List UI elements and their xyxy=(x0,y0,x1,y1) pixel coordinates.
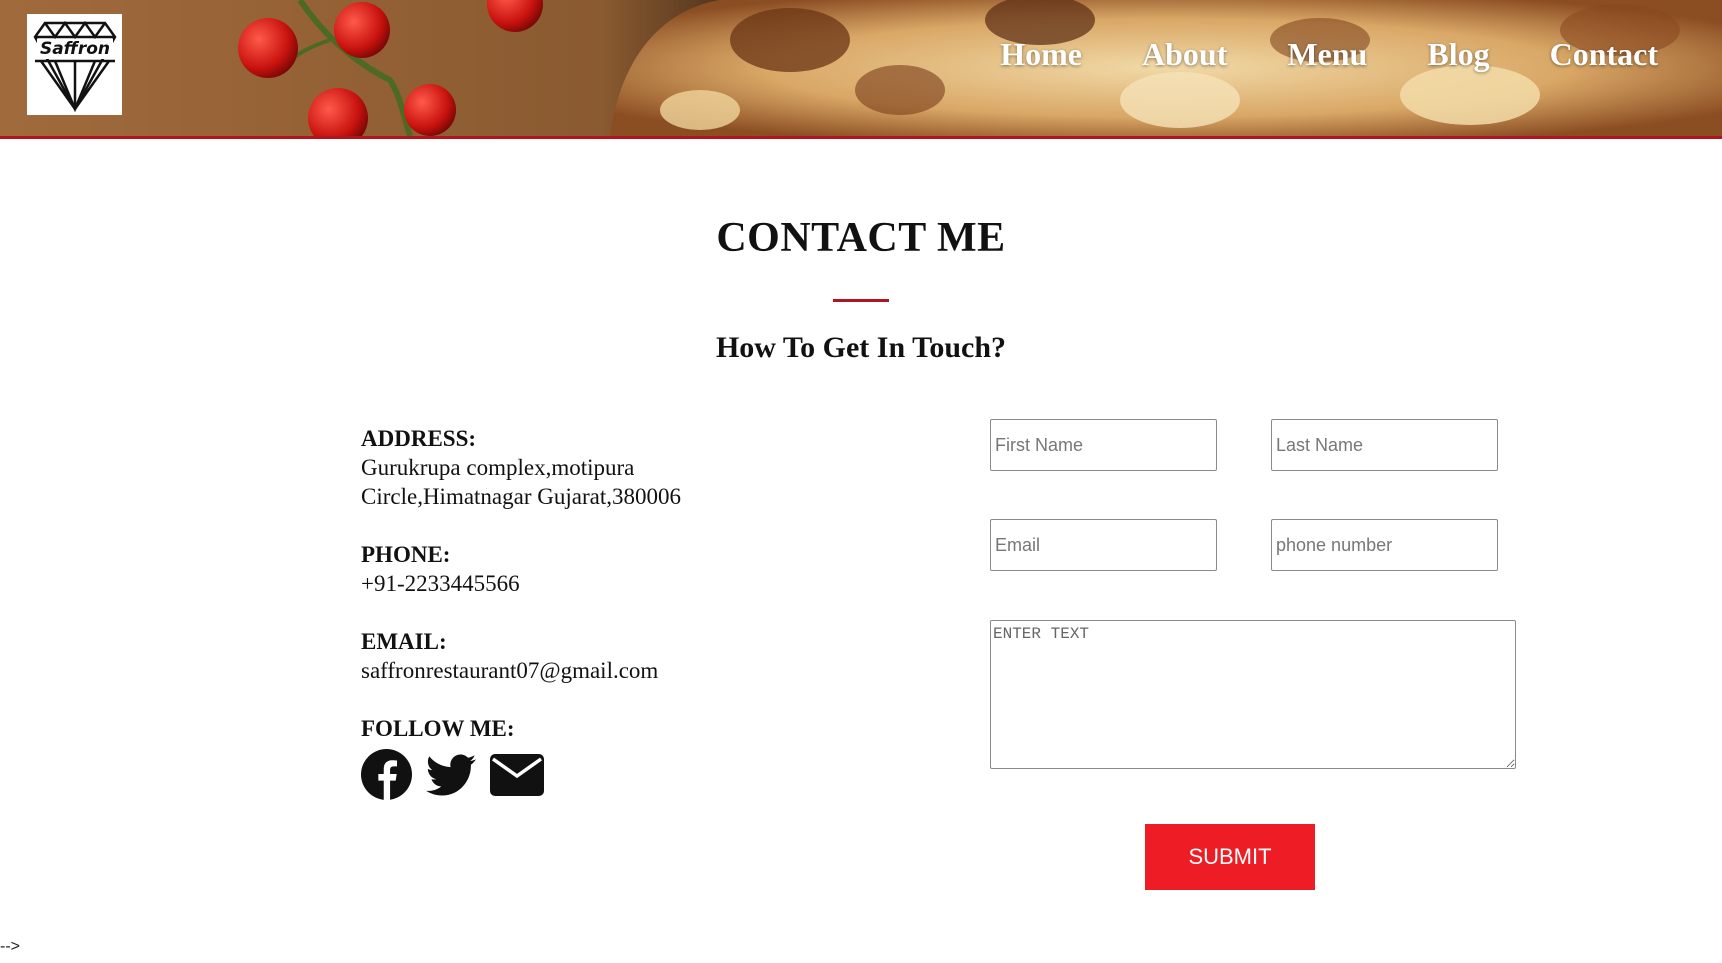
diamond-logo-icon: Saffron xyxy=(33,20,116,112)
nav-link-contact[interactable]: Contact xyxy=(1550,30,1658,78)
social-links xyxy=(361,749,781,800)
contact-info: ADDRESS: Gurukrupa complex,motipura Circ… xyxy=(361,424,781,829)
main-nav: Home About Menu Blog Contact xyxy=(940,30,1658,78)
email-input[interactable] xyxy=(990,519,1217,571)
mail-icon[interactable] xyxy=(490,753,544,796)
phone-input[interactable] xyxy=(1271,519,1498,571)
follow-block: FOLLOW ME: xyxy=(361,714,781,800)
address-line-2: Circle,Himatnagar Gujarat,380006 xyxy=(361,484,681,509)
title-divider xyxy=(833,299,889,302)
email-value: saffronrestaurant07@gmail.com xyxy=(361,658,659,683)
address-block: ADDRESS: Gurukrupa complex,motipura Circ… xyxy=(361,424,781,511)
phone-value: +91-2233445566 xyxy=(361,571,520,596)
follow-label: FOLLOW ME: xyxy=(361,716,515,741)
last-name-input[interactable] xyxy=(1271,419,1498,471)
facebook-icon[interactable] xyxy=(361,749,412,800)
logo-text: Saffron xyxy=(39,39,109,59)
email-block: EMAIL: saffronrestaurant07@gmail.com xyxy=(361,627,781,685)
twitter-icon[interactable] xyxy=(426,753,476,797)
nav-link-blog[interactable]: Blog xyxy=(1427,30,1489,78)
address-label: ADDRESS: xyxy=(361,426,477,451)
email-label: EMAIL: xyxy=(361,629,447,654)
site-header: Saffron Home About Menu Blog Contact xyxy=(0,0,1722,139)
submit-button[interactable]: SUBMIT xyxy=(1145,824,1315,890)
message-textarea[interactable] xyxy=(990,620,1516,769)
stray-comment-text: --> xyxy=(0,938,20,955)
phone-label: PHONE: xyxy=(361,542,451,567)
page-title: CONTACT ME xyxy=(716,215,1006,261)
nav-link-home[interactable]: Home xyxy=(1000,30,1082,78)
site-logo[interactable]: Saffron xyxy=(27,14,122,115)
nav-link-menu[interactable]: Menu xyxy=(1287,30,1367,78)
nav-link-about[interactable]: About xyxy=(1142,30,1227,78)
phone-block: PHONE: +91-2233445566 xyxy=(361,540,781,598)
page-subtitle: How To Get In Touch? xyxy=(715,331,1007,364)
address-line-1: Gurukrupa complex,motipura xyxy=(361,455,635,480)
first-name-input[interactable] xyxy=(990,419,1217,471)
